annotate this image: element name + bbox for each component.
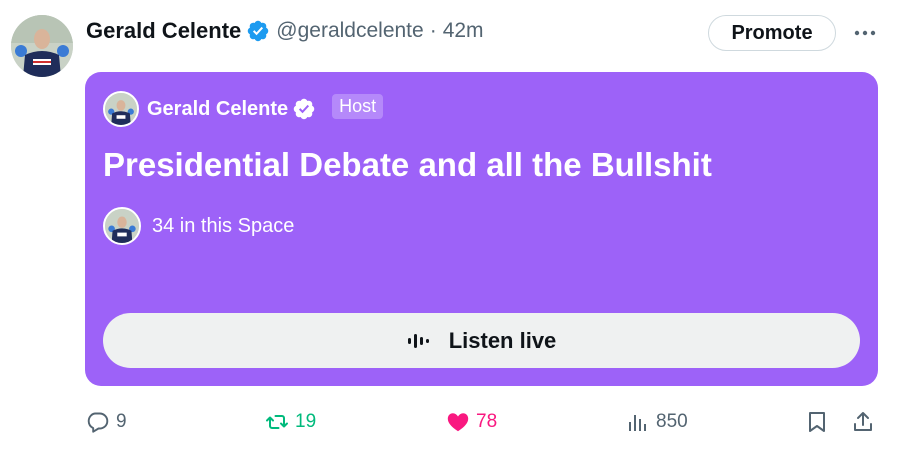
tweet-action-bar: 9 19 78 850 — [0, 404, 906, 440]
host-badge: Host — [332, 93, 384, 119]
separator-dot: · — [429, 19, 437, 42]
share-button[interactable] — [851, 404, 875, 440]
tweet: Gerald Celente @geraldcelente · 42m Prom… — [0, 0, 906, 450]
verified-badge-icon[interactable] — [246, 19, 270, 43]
more-dots-icon[interactable] — [850, 19, 880, 47]
listener-avatar — [103, 207, 141, 245]
verified-badge-icon — [292, 97, 316, 121]
views-button[interactable]: 850 — [626, 404, 688, 440]
reply-count: 9 — [116, 411, 127, 432]
profile-photo — [11, 15, 73, 77]
host-avatar — [103, 91, 139, 127]
views-bar-chart-icon — [626, 410, 650, 434]
listen-live-label: Listen live — [448, 327, 557, 353]
space-listeners-row: 34 in this Space — [103, 207, 294, 245]
audio-waveform-icon — [407, 333, 429, 349]
space-title: Presidential Debate and all the Bullshit — [103, 146, 712, 183]
author-display-name[interactable]: Gerald Celente — [86, 18, 241, 44]
bookmark-button[interactable] — [805, 404, 829, 440]
author-handle[interactable]: @geraldcelente — [276, 19, 423, 43]
author-avatar[interactable] — [11, 15, 73, 77]
like-button[interactable]: 78 — [446, 404, 497, 440]
retweet-icon — [265, 410, 289, 434]
reply-button[interactable]: 9 — [86, 404, 127, 440]
tweet-timestamp[interactable]: 42m — [443, 19, 484, 43]
space-host-row: Gerald Celente Host — [103, 91, 384, 127]
promote-button[interactable]: Promote — [708, 15, 836, 51]
bookmark-icon — [805, 410, 829, 434]
tweet-header: Gerald Celente @geraldcelente · 42m — [86, 14, 484, 48]
share-icon — [851, 410, 875, 434]
host-name: Gerald Celente — [147, 97, 289, 120]
listener-count: 34 in this Space — [152, 214, 295, 237]
retweet-button[interactable]: 19 — [265, 404, 316, 440]
heart-icon — [446, 410, 470, 434]
views-count: 850 — [656, 411, 688, 432]
listen-live-button[interactable]: Listen live — [103, 313, 860, 368]
retweet-count: 19 — [295, 411, 317, 432]
like-count: 78 — [476, 411, 498, 432]
space-card[interactable]: Gerald Celente Host Presidential Debate … — [85, 72, 878, 386]
reply-bubble-icon — [86, 410, 110, 434]
